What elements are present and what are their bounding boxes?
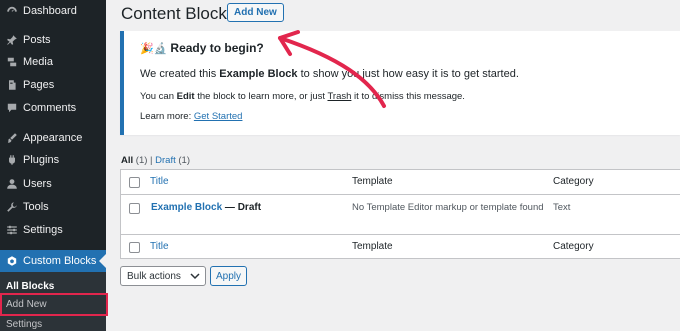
row-template: No Template Editor markup or template fo…: [352, 202, 544, 213]
sidebar-item-label: Appearance: [23, 132, 83, 144]
column-template: Template: [352, 176, 393, 187]
sidebar-item-label: Custom Blocks: [23, 255, 97, 267]
add-new-highlight: [0, 293, 108, 316]
bulk-actions-select[interactable]: Bulk actions: [120, 266, 206, 286]
sidebar-item-label: Users: [23, 178, 52, 190]
filter-all-count: (1): [135, 155, 148, 166]
filter-draft[interactable]: Draft: [155, 155, 176, 166]
dashboard-icon: [5, 4, 19, 18]
wrench-icon: [5, 200, 19, 214]
notice-instructions: You can Edit the block to learn more, or…: [140, 91, 465, 102]
pin-icon: [5, 33, 19, 47]
row-state: — Draft: [222, 202, 262, 213]
submenu-all-blocks[interactable]: All Blocks: [6, 281, 54, 292]
column-title-footer[interactable]: Title: [150, 241, 169, 252]
edit-word: Edit: [176, 91, 195, 102]
filter-draft-count: (1): [178, 155, 191, 166]
plugin-icon: [5, 153, 19, 167]
sliders-icon: [5, 223, 19, 237]
admin-sidebar: Dashboard Posts Media Pages Comments App…: [0, 0, 108, 331]
get-started-link[interactable]: Get Started: [194, 111, 243, 122]
blocks-table: Title Template Category Example Block — …: [120, 169, 680, 259]
sidebar-item-pages[interactable]: Pages: [0, 74, 106, 96]
user-icon: [5, 177, 19, 191]
sidebar-item-settings[interactable]: Settings: [0, 219, 106, 241]
status-filters: All (1) | Draft (1): [121, 155, 190, 166]
row-title: Example Block — Draft: [151, 202, 261, 213]
sidebar-item-label: Plugins: [23, 154, 60, 166]
comment-icon: [5, 101, 19, 115]
table-header: Title Template Category: [121, 170, 680, 195]
sidebar-item-plugins[interactable]: Plugins: [0, 149, 106, 171]
notice-message: We created this Example Block to show yo…: [140, 68, 519, 80]
sidebar-item-label: Pages: [23, 79, 55, 91]
sidebar-item-tools[interactable]: Tools: [0, 196, 106, 218]
page-icon: [5, 78, 19, 92]
trash-word: Trash: [327, 91, 352, 102]
sidebar-item-label: Media: [23, 56, 53, 68]
sidebar-item-users[interactable]: Users: [0, 173, 106, 195]
brush-icon: [5, 131, 19, 145]
column-category: Category: [553, 176, 594, 187]
table-footer: Title Template Category: [121, 234, 680, 259]
media-icon: [5, 55, 19, 69]
submenu-settings[interactable]: Settings: [6, 319, 42, 330]
filter-separator: |: [150, 155, 153, 166]
notice-title-text: Ready to begin?: [170, 41, 264, 55]
sidebar-item-dashboard[interactable]: Dashboard: [0, 0, 106, 22]
party-microscope-emoji: 🎉🔬: [140, 42, 168, 55]
bulk-actions-value: Bulk actions: [127, 270, 181, 282]
notice-title: 🎉🔬 Ready to begin?: [140, 41, 264, 55]
column-category-footer: Category: [553, 241, 594, 252]
welcome-notice: 🎉🔬 Ready to begin? We created this Examp…: [120, 31, 680, 135]
page-title: Content Blocks: [121, 4, 236, 23]
sidebar-item-label: Posts: [23, 34, 51, 46]
sidebar-item-media[interactable]: Media: [0, 51, 106, 73]
custom-blocks-icon: [5, 254, 19, 268]
sidebar-item-label: Settings: [23, 224, 63, 236]
sidebar-item-posts[interactable]: Posts: [0, 29, 106, 51]
sidebar-item-label: Comments: [23, 102, 77, 114]
select-all-checkbox[interactable]: [129, 177, 140, 188]
sidebar-item-appearance[interactable]: Appearance: [0, 127, 106, 149]
select-all-checkbox-footer[interactable]: [129, 242, 140, 253]
row-title-link[interactable]: Example Block: [151, 202, 222, 213]
column-template-footer: Template: [352, 241, 393, 252]
chevron-down-icon: [190, 273, 200, 280]
table-row: Example Block — Draft No Template Editor…: [121, 195, 680, 234]
sidebar-item-label: Dashboard: [23, 5, 77, 17]
current-menu-pointer: [99, 254, 106, 268]
filter-all[interactable]: All: [121, 155, 133, 166]
row-category: Text: [553, 202, 571, 213]
column-title[interactable]: Title: [150, 176, 169, 187]
sidebar-item-comments[interactable]: Comments: [0, 97, 106, 119]
apply-button[interactable]: Apply: [210, 266, 247, 286]
example-block-label: Example Block: [219, 68, 298, 80]
sidebar-item-label: Tools: [23, 201, 49, 213]
add-new-button[interactable]: Add New: [227, 3, 284, 22]
sidebar-item-custom-blocks[interactable]: Custom Blocks: [0, 250, 106, 272]
notice-learn-more: Learn more: Get Started: [140, 111, 243, 122]
row-checkbox[interactable]: [129, 203, 140, 214]
